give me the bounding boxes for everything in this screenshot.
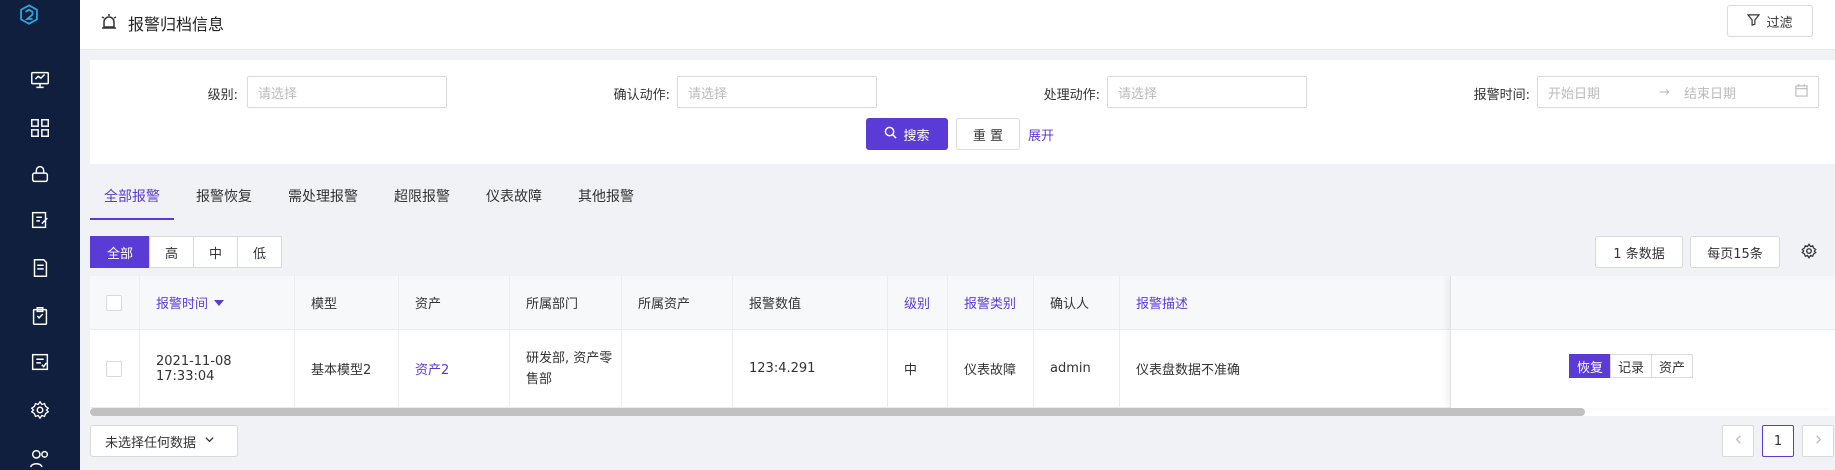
level-filter-group: 全部 高 中 低 [90,236,282,268]
cell-owner-asset [622,330,733,407]
lock-icon[interactable] [28,162,52,186]
search-panel: 级别: 请选择 确认动作: 请选择 处理动作: 请选择 报警时间: 开始日期 →… [90,60,1835,164]
cell-asset-link[interactable]: 资产2 [399,330,510,407]
header-asset: 资产 [399,276,510,329]
cell-department: 研发部, 资产零 售部 [510,330,622,407]
tab-instrument-fault[interactable]: 仪表故障 [472,164,556,220]
header-alarm-time[interactable]: 报警时间 [140,276,295,329]
arrow-right-icon: → [1659,84,1670,100]
row-select-cell [90,330,140,407]
operations-header [1451,276,1835,330]
tab-needs-handling[interactable]: 需处理报警 [274,164,372,220]
pagination: 1 [1722,425,1834,457]
selection-dropdown-label: 未选择任何数据 [105,435,197,451]
chevron-left-icon [1733,434,1744,449]
confirm-action-placeholder: 请选择 [688,86,728,102]
level-high-button[interactable]: 高 [149,236,194,268]
filter-button[interactable]: 过滤 [1727,5,1813,37]
cell-confirmer: admin [1034,330,1120,407]
page-size-button[interactable]: 每页15条 [1690,236,1780,268]
sidebar [0,0,80,470]
start-date-placeholder: 开始日期 [1548,86,1601,102]
recover-button[interactable]: 恢复 [1569,354,1611,378]
level-medium-button[interactable]: 中 [193,236,238,268]
search-button[interactable]: 搜索 [866,118,948,150]
settings-icon[interactable] [28,398,52,422]
select-all-checkbox[interactable] [106,294,122,311]
alarm-tabs: 全部报警 报警恢复 需处理报警 超限报警 仪表故障 其他报警 [90,164,656,220]
dashboard-icon[interactable] [28,68,52,92]
cell-department-line1: 研发部, 资产零 [526,350,613,366]
end-date-placeholder: 结束日期 [1683,86,1736,102]
select-all-cell [90,276,140,329]
cell-alarm-value: 123:4.291 [733,330,888,407]
top-bar: 报警归档信息 过滤 [80,0,1835,50]
tab-other-alarms[interactable]: 其他报警 [564,164,648,220]
selection-dropdown[interactable]: 未选择任何数据 [90,425,238,457]
date-range-picker[interactable]: 开始日期 → 结束日期 [1537,76,1819,108]
calendar-icon [1795,83,1808,101]
edit-icon[interactable] [28,208,52,232]
page-number-button[interactable]: 1 [1762,425,1794,457]
clipboard-icon[interactable] [28,304,52,328]
level-all-button[interactable]: 全部 [90,236,150,268]
header-owner-asset: 所属资产 [622,276,733,329]
tab-all-alarms[interactable]: 全部报警 [90,164,174,220]
asset-button[interactable]: 资产 [1651,354,1693,378]
level-placeholder: 请选择 [258,86,298,102]
header-alarm-category[interactable]: 报警类别 [948,276,1034,329]
confirm-action-select[interactable]: 请选择 [677,76,877,108]
cell-department-line2: 售部 [526,371,553,387]
report-icon[interactable] [28,350,52,374]
search-icon [884,126,898,143]
header-alarm-value: 报警数值 [733,276,888,329]
cell-alarm-category: 仪表故障 [948,330,1034,407]
expand-link[interactable]: 展开 [1028,125,1054,144]
cell-alarm-description: 仪表盘数据不准确 [1136,363,1241,378]
filter-label: 过滤 [1766,15,1793,31]
grid-icon[interactable] [28,116,52,140]
users-icon[interactable] [28,446,52,470]
handle-action-label: 处理动作: [1043,88,1100,103]
header-confirmer: 确认人 [1034,276,1120,329]
handle-action-select[interactable]: 请选择 [1107,76,1307,108]
cell-level: 中 [888,330,948,407]
prev-page-button[interactable] [1722,425,1754,457]
next-page-button[interactable] [1802,425,1834,457]
header-model: 模型 [295,276,399,329]
tab-alarm-recovery[interactable]: 报警恢复 [182,164,266,220]
search-button-label: 搜索 [903,128,930,144]
alarm-icon [100,13,118,31]
tab-over-limit[interactable]: 超限报警 [380,164,464,220]
alarm-time-label: 报警时间: [1473,88,1530,103]
confirm-action-label: 确认动作: [613,88,670,103]
main-content: 全部报警 报警恢复 需处理报警 超限报警 仪表故障 其他报警 全部 高 中 低 … [80,164,1835,470]
chevron-right-icon [1813,434,1824,449]
record-button[interactable]: 记录 [1610,354,1652,378]
operations-column: 恢复 记录 资产 [1450,276,1835,408]
chevron-down-icon [204,434,215,449]
handle-action-placeholder: 请选择 [1118,86,1158,102]
app-logo-icon[interactable] [18,4,62,54]
header-level[interactable]: 级别 [888,276,948,329]
column-settings-icon[interactable] [1800,242,1818,260]
header-alarm-description[interactable]: 报警描述 [1120,276,1450,329]
level-label: 级别: [207,88,238,103]
document-icon[interactable] [28,256,52,280]
header-department: 所属部门 [510,276,622,329]
record-count-button[interactable]: 1 条数据 [1595,236,1683,268]
page-title: 报警归档信息 [128,15,225,34]
sort-desc-icon[interactable] [214,299,225,306]
header-alarm-time-label: 报警时间 [156,297,209,312]
filter-icon [1747,13,1761,30]
row-operations: 恢复 记录 资产 [1569,354,1693,378]
level-low-button[interactable]: 低 [237,236,282,268]
cell-alarm-time: 2021-11-08 17:33:04 [140,330,295,407]
level-select[interactable]: 请选择 [247,76,447,108]
row-checkbox[interactable] [106,360,122,377]
alarm-table: 报警时间 模型 资产 所属部门 所属资产 报警数值 级别 报警类别 确认人 报警… [90,276,1835,416]
cell-model: 基本模型2 [295,330,399,407]
reset-button[interactable]: 重 置 [956,118,1020,150]
horizontal-scrollbar[interactable] [90,408,1585,416]
